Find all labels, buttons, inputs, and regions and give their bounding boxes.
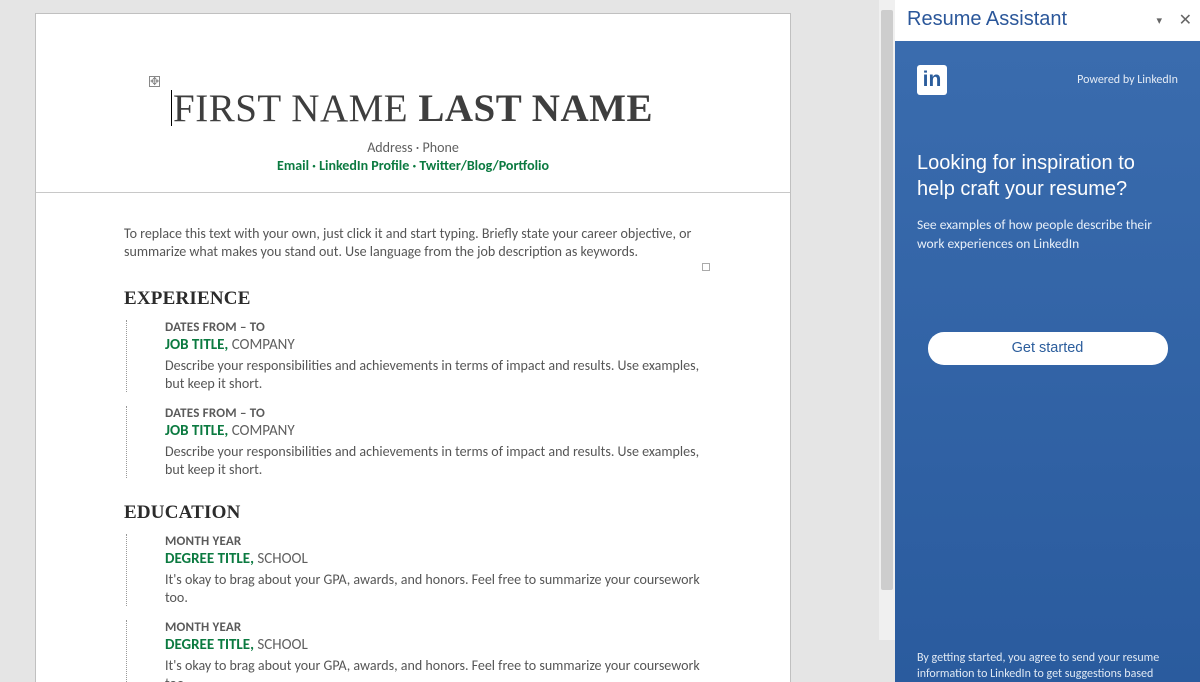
get-started-button[interactable]: Get started: [928, 332, 1168, 365]
experience-entry[interactable]: DATES FROM – TO JOB TITLE, COMPANY Descr…: [126, 406, 702, 478]
assistant-top-row: in Powered by LinkedIn: [895, 41, 1200, 101]
entry-title[interactable]: JOB TITLE,: [165, 336, 228, 354]
entry-dates[interactable]: DATES FROM – TO: [165, 320, 702, 335]
entry-title[interactable]: DEGREE TITLE,: [165, 636, 254, 654]
intro-paragraph[interactable]: To replace this text with your own, just…: [124, 225, 702, 260]
entry-title-row[interactable]: DEGREE TITLE, SCHOOL: [165, 635, 702, 654]
linkedin-icon: in: [917, 65, 947, 95]
close-icon[interactable]: ✕: [1179, 10, 1192, 30]
entry-description[interactable]: It's okay to brag about your GPA, awards…: [165, 657, 702, 682]
document-page[interactable]: ✥ FIRST NAME LAST NAME Address · Phone E…: [35, 13, 791, 682]
entry-title[interactable]: DEGREE TITLE,: [165, 550, 254, 568]
entry-title-row[interactable]: JOB TITLE, COMPANY: [165, 421, 702, 440]
entry-company[interactable]: COMPANY: [228, 336, 294, 354]
assistant-subtext: See examples of how people describe thei…: [895, 208, 1200, 254]
assistant-pane-header: Resume Assistant ▾ ✕: [895, 0, 1200, 41]
pane-options-icon[interactable]: ▾: [1156, 14, 1162, 27]
assistant-heading: Looking for inspiration to help craft yo…: [895, 101, 1200, 208]
resume-assistant-pane: Resume Assistant ▾ ✕ in Powered by Linke…: [895, 0, 1200, 682]
resume-header: FIRST NAME LAST NAME Address · Phone Ema…: [36, 14, 790, 193]
table-anchor-icon[interactable]: ✥: [149, 76, 160, 87]
vertical-scrollbar[interactable]: [879, 0, 895, 640]
scrollbar-thumb[interactable]: [881, 10, 893, 590]
entry-title[interactable]: JOB TITLE,: [165, 422, 228, 440]
experience-entry[interactable]: DATES FROM – TO JOB TITLE, COMPANY Descr…: [126, 320, 702, 392]
entry-company[interactable]: COMPANY: [228, 422, 294, 440]
address-line[interactable]: Address · Phone: [36, 139, 790, 156]
paragraph-mark-icon: [702, 263, 710, 271]
links-line[interactable]: Email · LinkedIn Profile · Twitter/Blog/…: [36, 157, 790, 174]
education-entry[interactable]: MONTH YEAR DEGREE TITLE, SCHOOL It's oka…: [126, 620, 702, 682]
education-heading[interactable]: EDUCATION: [124, 502, 702, 524]
entry-dates[interactable]: DATES FROM – TO: [165, 406, 702, 421]
first-name-text[interactable]: FIRST NAME: [173, 87, 418, 130]
text-cursor: [171, 90, 172, 126]
entry-description[interactable]: Describe your responsibilities and achie…: [165, 443, 702, 478]
resume-name[interactable]: FIRST NAME LAST NAME: [173, 86, 653, 131]
entry-title-row[interactable]: JOB TITLE, COMPANY: [165, 335, 702, 354]
entry-description[interactable]: Describe your responsibilities and achie…: [165, 357, 702, 392]
assistant-title: Resume Assistant: [907, 8, 1188, 31]
entry-title-row[interactable]: DEGREE TITLE, SCHOOL: [165, 549, 702, 568]
entry-company[interactable]: SCHOOL: [254, 636, 308, 654]
entry-description[interactable]: It's okay to brag about your GPA, awards…: [165, 571, 702, 606]
entry-dates[interactable]: MONTH YEAR: [165, 534, 702, 549]
education-entry[interactable]: MONTH YEAR DEGREE TITLE, SCHOOL It's oka…: [126, 534, 702, 606]
powered-by-label: Powered by LinkedIn: [1077, 73, 1178, 87]
intro-text[interactable]: To replace this text with your own, just…: [124, 225, 691, 260]
last-name-text[interactable]: LAST NAME: [418, 87, 653, 130]
entry-dates[interactable]: MONTH YEAR: [165, 620, 702, 635]
assistant-disclaimer: By getting started, you agree to send yo…: [895, 650, 1200, 682]
document-editor-area: ✥ FIRST NAME LAST NAME Address · Phone E…: [0, 0, 895, 682]
assistant-body: in Powered by LinkedIn Looking for inspi…: [895, 41, 1200, 682]
experience-heading[interactable]: EXPERIENCE: [124, 288, 702, 310]
resume-body: To replace this text with your own, just…: [36, 193, 790, 682]
entry-company[interactable]: SCHOOL: [254, 550, 308, 568]
